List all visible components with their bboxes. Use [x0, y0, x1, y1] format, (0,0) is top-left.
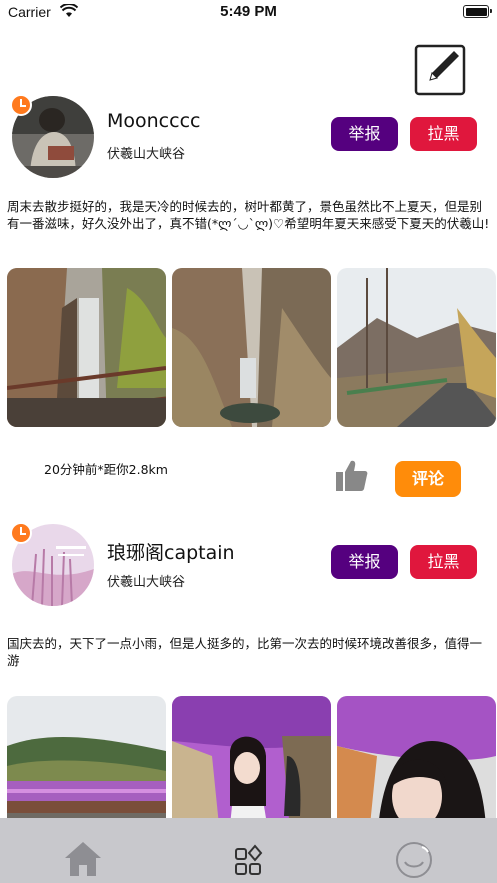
apps-icon — [235, 844, 263, 875]
avatar[interactable] — [10, 522, 94, 606]
gorge-photo[interactable] — [172, 268, 331, 427]
post-text: 国庆去的，天下了一点小雨，但是人挺多的，比第一次去的时候环境改善很多，值得一游 — [7, 636, 483, 668]
username[interactable]: Mooncccc — [107, 110, 200, 132]
block-button[interactable]: 拉黑 — [410, 117, 477, 151]
compose-button[interactable] — [414, 44, 468, 96]
app-screen: Carrier 5:49 PM Mooncccc 伏羲山大峡谷 举报 拉黑 周末… — [0, 0, 497, 883]
like-button[interactable] — [335, 458, 369, 492]
compose-icon — [414, 44, 466, 96]
profile-icon — [396, 842, 432, 878]
road-photo[interactable] — [337, 268, 496, 427]
username[interactable]: 琅琊阁captain — [107, 538, 235, 565]
home-icon — [65, 842, 101, 876]
block-button[interactable]: 拉黑 — [410, 545, 477, 579]
status-time: 5:49 PM — [220, 3, 277, 20]
location-label: 伏羲山大峡谷 — [107, 575, 186, 590]
post-meta: 20分钟前*距你2.8km — [44, 462, 168, 477]
post-text: 周末去散步挺好的，我是天冷的时候去的，树叶都黄了，景色虽然比不上夏天，但是别有一… — [7, 199, 490, 231]
thumbs-up-icon — [336, 460, 368, 491]
tab-profile[interactable] — [394, 838, 434, 878]
battery-icon — [463, 5, 492, 18]
location-label: 伏羲山大峡谷 — [107, 147, 186, 162]
tab-bar — [0, 818, 497, 883]
report-button[interactable]: 举报 — [331, 545, 398, 579]
report-button[interactable]: 举报 — [331, 117, 398, 151]
status-bar: Carrier 5:49 PM — [0, 0, 497, 26]
waterfall-photo[interactable] — [7, 268, 166, 427]
tab-apps[interactable] — [228, 838, 268, 878]
clock-badge-icon — [10, 522, 32, 544]
tab-home[interactable] — [63, 838, 103, 878]
clock-badge-icon — [10, 94, 32, 116]
comment-button[interactable]: 评论 — [395, 461, 461, 497]
avatar[interactable] — [10, 94, 94, 178]
